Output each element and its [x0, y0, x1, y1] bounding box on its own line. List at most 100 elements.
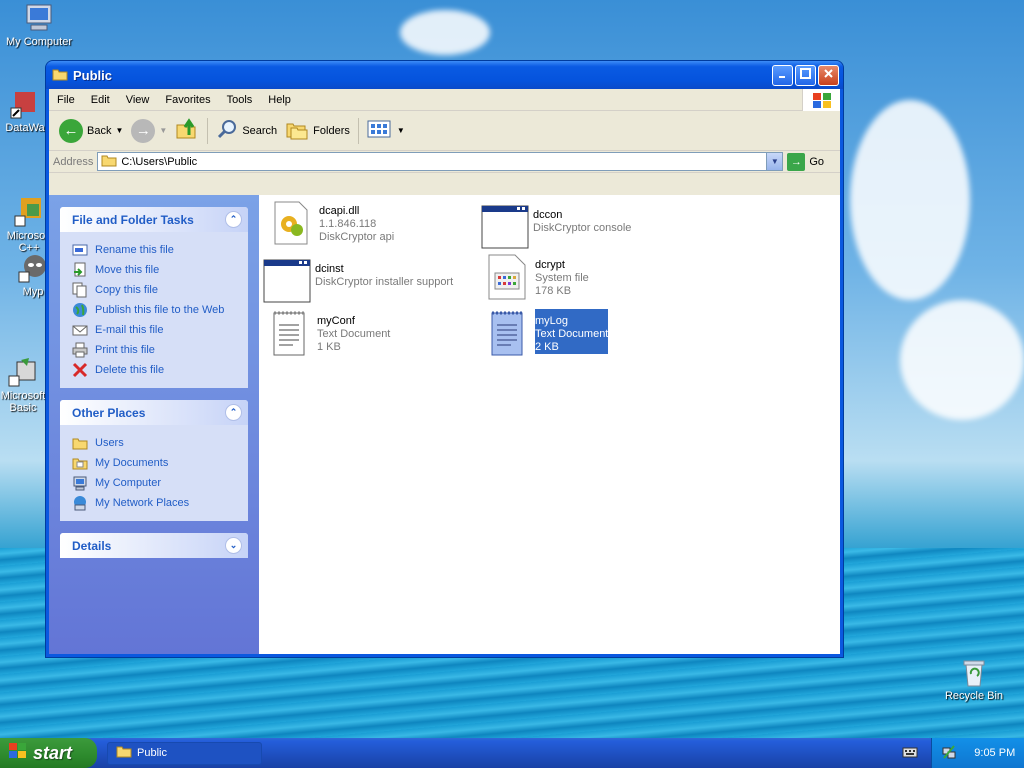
text-document-icon — [265, 309, 313, 357]
task-label: E-mail this file — [95, 324, 164, 336]
task-move[interactable]: Move this file — [72, 260, 248, 280]
start-button[interactable]: start — [0, 738, 97, 768]
up-folder-icon — [175, 117, 199, 144]
task-email[interactable]: E-mail this file — [72, 320, 248, 340]
file-name: dcinst — [315, 263, 344, 275]
place-my-network-places[interactable]: My Network Places — [72, 493, 248, 513]
title-bar[interactable]: Public — [46, 61, 843, 89]
panel-header[interactable]: File and Folder Tasks ⌃ — [60, 207, 248, 232]
menu-edit[interactable]: Edit — [83, 94, 118, 106]
menu-tools[interactable]: Tools — [219, 94, 261, 106]
place-my-computer[interactable]: My Computer — [72, 473, 248, 493]
up-button[interactable] — [171, 115, 203, 146]
cloud — [900, 300, 1024, 420]
task-rename[interactable]: Rename this file — [72, 240, 248, 260]
file-detail: System file — [535, 272, 589, 284]
computer-icon — [23, 2, 55, 34]
place-label: My Computer — [95, 477, 162, 489]
menu-view[interactable]: View — [118, 94, 158, 106]
file-name: dcapi.dll — [319, 205, 360, 217]
network-tray-icon[interactable] — [941, 744, 957, 763]
search-label: Search — [242, 124, 278, 137]
task-print[interactable]: Print this file — [72, 340, 248, 360]
views-icon — [367, 119, 393, 142]
place-my-documents[interactable]: My Documents — [72, 453, 248, 473]
recycle-bin-icon — [958, 656, 990, 688]
file-detail: DiskCryptor installer support — [315, 276, 454, 288]
task-copy[interactable]: Copy this file — [72, 280, 248, 300]
taskbar: start Public 9:05 PM — [0, 738, 1024, 768]
task-label: Copy this file — [95, 284, 158, 296]
folder-icon — [72, 435, 88, 451]
menu-help[interactable]: Help — [260, 94, 299, 106]
file-item-dccon[interactable]: dccon DiskCryptor console — [481, 203, 631, 251]
copy-icon — [72, 282, 88, 298]
folders-button[interactable]: Folders — [281, 116, 354, 145]
clock[interactable]: 9:05 PM — [974, 747, 1015, 759]
computer-icon — [72, 475, 88, 491]
file-item-myconf[interactable]: myConf Text Document 1 KB — [265, 309, 390, 357]
address-bar: Address C:\Users\Public ▼ → Go — [49, 151, 840, 173]
forward-arrow-icon: → — [131, 118, 156, 143]
panel-title: Other Places — [72, 405, 146, 420]
keyboard-icon[interactable] — [902, 746, 918, 758]
other-places-panel: Other Places ⌃ Users My Documents My Com… — [60, 400, 248, 521]
file-item-dcapi[interactable]: dcapi.dll 1.1.846.118 DiskCryptor api — [267, 199, 394, 247]
documents-folder-icon — [72, 455, 88, 471]
back-button[interactable]: ← Back ▼ — [55, 117, 127, 145]
file-item-mylog[interactable]: myLog Text Document 2 KB — [483, 309, 609, 357]
move-icon — [72, 262, 88, 278]
address-input[interactable]: C:\Users\Public ▼ — [97, 152, 784, 171]
views-button[interactable]: ▼ — [363, 117, 409, 144]
toolbar-separator — [207, 117, 209, 144]
desktop-icon-label: My Computer — [5, 36, 73, 48]
maximize-button[interactable] — [795, 64, 816, 86]
taskbar-item-public[interactable]: Public — [107, 741, 262, 765]
expand-icon[interactable]: ⌄ — [225, 537, 242, 554]
task-publish-web[interactable]: Publish this file to the Web — [72, 300, 248, 320]
address-dropdown-button[interactable]: ▼ — [766, 153, 783, 170]
file-detail: Text Document — [317, 328, 391, 340]
task-label: Move this file — [95, 264, 160, 276]
collapse-icon[interactable]: ⌃ — [225, 404, 242, 421]
file-detail: Text Document — [535, 328, 609, 340]
forward-button[interactable]: → ▼ — [127, 117, 171, 145]
place-users[interactable]: Users — [72, 433, 248, 453]
go-button[interactable]: → Go — [787, 152, 824, 171]
task-pane: File and Folder Tasks ⌃ Rename this file… — [49, 195, 259, 654]
file-item-dcrypt[interactable]: dcrypt System file 178 KB — [483, 253, 589, 301]
desktop-icon-label: Recycle Bin — [944, 690, 1004, 702]
globe-icon — [72, 302, 88, 318]
search-button[interactable]: Search — [212, 116, 281, 145]
go-arrow-icon: → — [787, 152, 806, 171]
task-delete[interactable]: Delete this file — [72, 360, 248, 380]
collapse-icon[interactable]: ⌃ — [225, 211, 242, 228]
file-name: myConf — [317, 315, 355, 327]
network-icon — [72, 495, 88, 511]
file-detail: 1 KB — [317, 341, 341, 353]
desktop-icon-recycle-bin[interactable]: Recycle Bin — [935, 656, 1013, 702]
dropdown-arrow-icon[interactable]: ▼ — [159, 126, 167, 135]
desktop-icon-my-computer[interactable]: My Computer — [0, 2, 78, 48]
windows-logo-icon — [8, 742, 28, 765]
maximize-icon — [800, 68, 811, 82]
dll-file-icon — [267, 199, 315, 247]
desktop-icon-label: Microsoft Basic — [0, 390, 46, 414]
menu-favorites[interactable]: Favorites — [157, 94, 218, 106]
rename-icon — [72, 242, 88, 258]
file-item-dcinst[interactable]: dcinst DiskCryptor installer support — [263, 257, 453, 305]
file-detail: DiskCryptor console — [533, 222, 632, 234]
desktop-icon-label: DataWa — [5, 122, 45, 134]
close-button[interactable] — [818, 64, 839, 86]
panel-header[interactable]: Other Places ⌃ — [60, 400, 248, 425]
panel-header[interactable]: Details ⌄ — [60, 533, 248, 558]
menu-file[interactable]: File — [49, 94, 83, 106]
delete-icon — [72, 362, 88, 378]
dropdown-arrow-icon[interactable]: ▼ — [115, 126, 123, 135]
menu-bar: File Edit View Favorites Tools Help — [49, 89, 840, 111]
window-title: Public — [73, 67, 113, 83]
application-icon — [263, 257, 311, 305]
application-icon — [481, 203, 529, 251]
file-list[interactable]: dcapi.dll 1.1.846.118 DiskCryptor api dc… — [259, 195, 840, 654]
minimize-button[interactable] — [772, 64, 793, 86]
